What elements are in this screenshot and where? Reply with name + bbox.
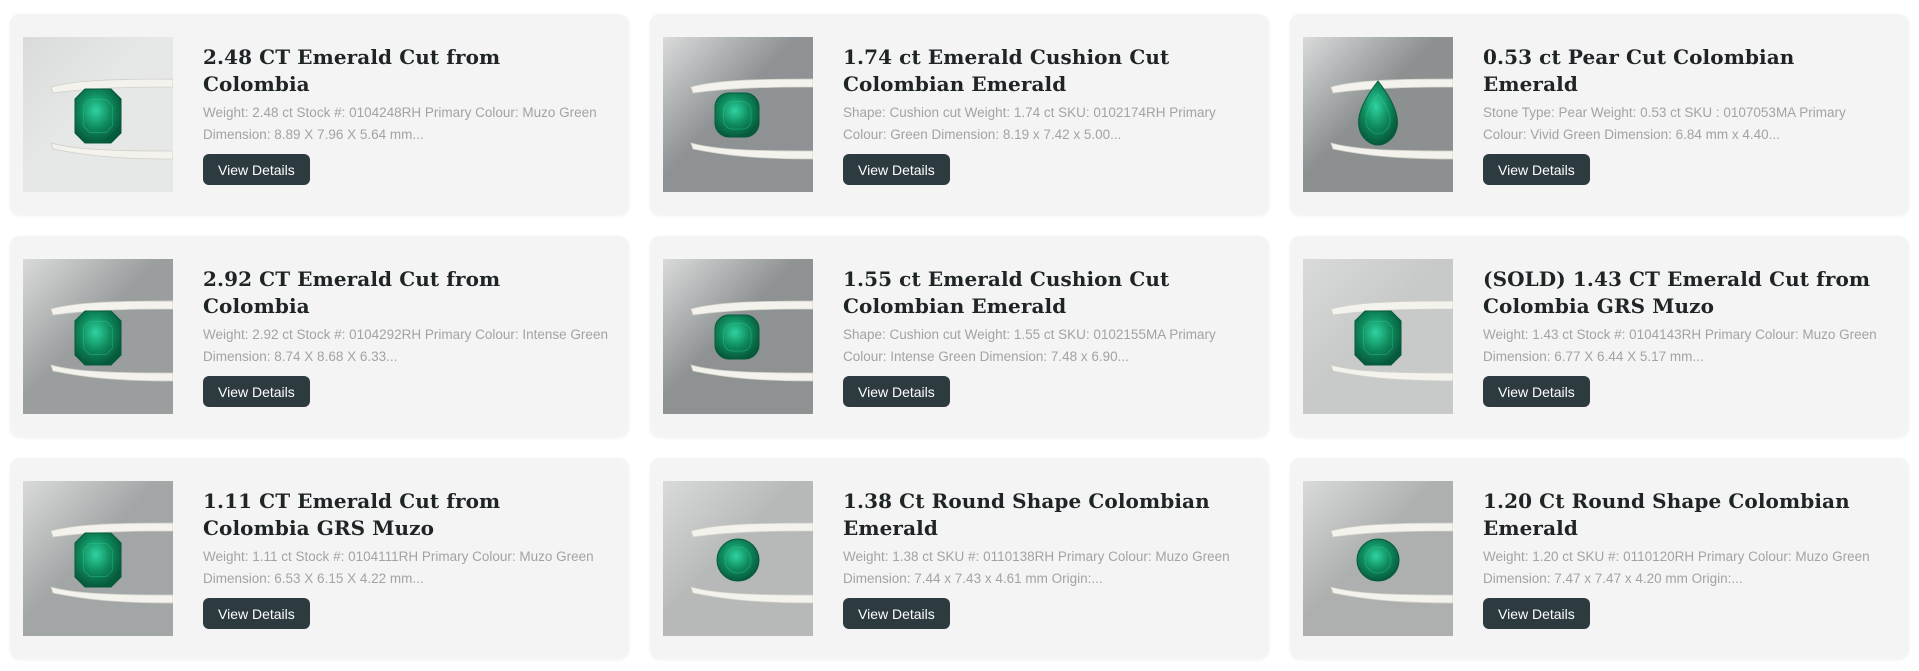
view-details-button[interactable]: View Details [843, 598, 950, 629]
view-details-button[interactable]: View Details [1483, 154, 1590, 185]
product-card: 2.48 CT Emerald Cut from Colombia Weight… [10, 14, 629, 215]
product-description: Stone Type: Pear Weight: 0.53 ct SKU : 0… [1483, 105, 1846, 142]
emerald-round-icon [1303, 481, 1453, 636]
view-details-button[interactable]: View Details [843, 376, 950, 407]
product-description: Shape: Cushion cut Weight: 1.55 ct SKU: … [843, 327, 1216, 364]
product-card: 0.53 ct Pear Cut Colombian Emerald Stone… [1290, 14, 1909, 215]
product-card: 1.11 CT Emerald Cut from Colombia GRS Mu… [10, 458, 629, 659]
product-card: 1.55 ct Emerald Cushion Cut Colombian Em… [650, 236, 1269, 437]
product-description: Weight: 2.92 ct Stock #: 0104292RH Prima… [203, 327, 608, 364]
product-title[interactable]: 1.20 Ct Round Shape Colombian Emerald [1483, 488, 1891, 542]
product-info: 1.74 ct Emerald Cushion Cut Colombian Em… [843, 14, 1251, 215]
product-grid: 2.48 CT Emerald Cut from Colombia Weight… [10, 14, 1910, 659]
view-details-button[interactable]: View Details [1483, 598, 1590, 629]
product-title[interactable]: 1.11 CT Emerald Cut from Colombia GRS Mu… [203, 488, 611, 542]
product-image[interactable] [1303, 481, 1453, 636]
emerald-round-icon [663, 481, 813, 636]
product-image[interactable] [23, 37, 173, 192]
product-title[interactable]: 1.55 ct Emerald Cushion Cut Colombian Em… [843, 266, 1251, 320]
product-title[interactable]: 0.53 ct Pear Cut Colombian Emerald [1483, 44, 1891, 98]
emerald-octagon-icon [23, 481, 173, 636]
product-image[interactable] [663, 481, 813, 636]
product-title[interactable]: 1.38 Ct Round Shape Colombian Emerald [843, 488, 1251, 542]
product-info: 1.38 Ct Round Shape Colombian Emerald We… [843, 458, 1251, 659]
product-title[interactable]: (SOLD) 1.43 CT Emerald Cut from Colombia… [1483, 266, 1891, 320]
product-card: 1.74 ct Emerald Cushion Cut Colombian Em… [650, 14, 1269, 215]
product-info: 1.55 ct Emerald Cushion Cut Colombian Em… [843, 236, 1251, 437]
product-info: 1.11 CT Emerald Cut from Colombia GRS Mu… [203, 458, 611, 659]
product-info: 2.92 CT Emerald Cut from Colombia Weight… [203, 236, 611, 437]
view-details-button[interactable]: View Details [203, 376, 310, 407]
view-details-button[interactable]: View Details [203, 598, 310, 629]
product-info: 1.20 Ct Round Shape Colombian Emerald We… [1483, 458, 1891, 659]
emerald-cushion-icon [663, 259, 813, 414]
emerald-octagon-icon [23, 259, 173, 414]
product-image[interactable] [23, 481, 173, 636]
product-image[interactable] [663, 37, 813, 192]
product-card: (SOLD) 1.43 CT Emerald Cut from Colombia… [1290, 236, 1909, 437]
product-description: Shape: Cushion cut Weight: 1.74 ct SKU: … [843, 105, 1216, 142]
product-card: 2.92 CT Emerald Cut from Colombia Weight… [10, 236, 629, 437]
view-details-button[interactable]: View Details [203, 154, 310, 185]
product-image[interactable] [663, 259, 813, 414]
product-description: Weight: 1.20 ct SKU #: 0110120RH Primary… [1483, 549, 1870, 586]
product-info: 2.48 CT Emerald Cut from Colombia Weight… [203, 14, 611, 215]
product-description: Weight: 2.48 ct Stock #: 0104248RH Prima… [203, 105, 597, 142]
view-details-button[interactable]: View Details [1483, 376, 1590, 407]
view-details-button[interactable]: View Details [843, 154, 950, 185]
product-info: 0.53 ct Pear Cut Colombian Emerald Stone… [1483, 14, 1891, 215]
product-card: 1.20 Ct Round Shape Colombian Emerald We… [1290, 458, 1909, 659]
emerald-octagon-icon [23, 37, 173, 192]
product-description: Weight: 1.38 ct SKU #: 0110138RH Primary… [843, 549, 1230, 586]
product-description: Weight: 1.11 ct Stock #: 0104111RH Prima… [203, 549, 594, 586]
product-title[interactable]: 2.92 CT Emerald Cut from Colombia [203, 266, 611, 320]
product-image[interactable] [1303, 37, 1453, 192]
product-description: Weight: 1.43 ct Stock #: 0104143RH Prima… [1483, 327, 1877, 364]
emerald-octagon-icon [1303, 259, 1453, 414]
product-info: (SOLD) 1.43 CT Emerald Cut from Colombia… [1483, 236, 1891, 437]
product-card: 1.38 Ct Round Shape Colombian Emerald We… [650, 458, 1269, 659]
product-image[interactable] [1303, 259, 1453, 414]
emerald-cushion-icon [663, 37, 813, 192]
product-image[interactable] [23, 259, 173, 414]
product-title[interactable]: 1.74 ct Emerald Cushion Cut Colombian Em… [843, 44, 1251, 98]
emerald-pear-icon [1303, 37, 1453, 192]
product-title[interactable]: 2.48 CT Emerald Cut from Colombia [203, 44, 611, 98]
